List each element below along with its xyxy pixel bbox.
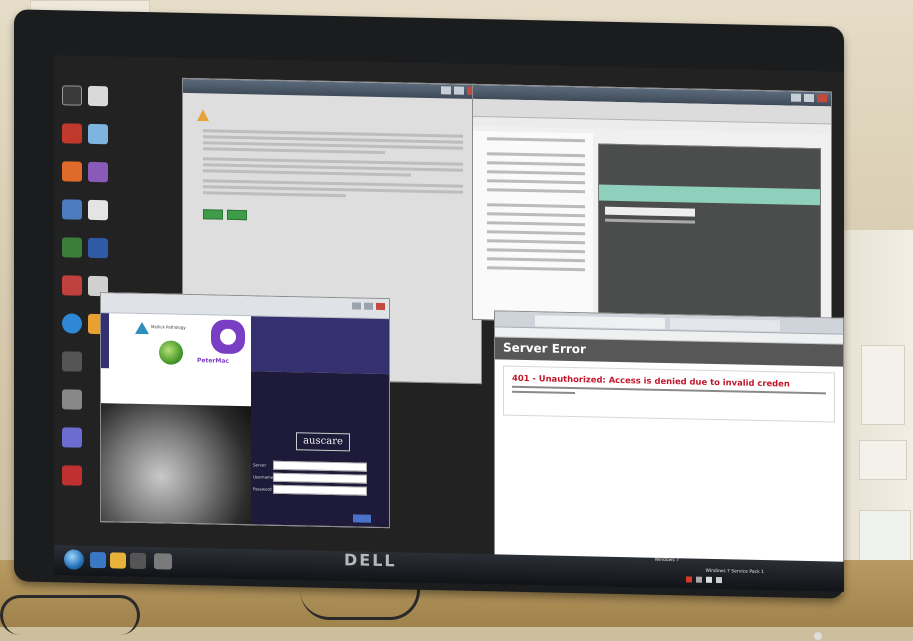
server-label: Server <box>253 462 267 468</box>
browser-tab[interactable] <box>535 315 665 329</box>
minimize-button[interactable] <box>352 302 361 310</box>
desktop-icon-grid <box>54 75 144 486</box>
error-box: 401 - Unauthorized: Access is denied due… <box>503 365 835 423</box>
login-button[interactable] <box>353 514 371 523</box>
app-icon[interactable] <box>62 427 82 448</box>
minimize-button[interactable] <box>791 93 801 102</box>
brand-left: Mellick Pathology <box>151 324 186 330</box>
maximize-button[interactable] <box>804 93 814 103</box>
ie-icon[interactable] <box>90 551 106 569</box>
purple-accent <box>101 313 109 369</box>
server-error-window: Server Error 401 - Unauthorized: Access … <box>494 310 844 588</box>
book <box>859 440 907 480</box>
acrobat-icon[interactable] <box>62 123 82 144</box>
desktop-screen: Mellick Pathology PeterMac auscare Serve… <box>54 55 844 592</box>
list-item[interactable] <box>605 206 695 217</box>
book <box>861 345 905 425</box>
app-logo: auscare <box>296 432 350 452</box>
minimize-button[interactable] <box>441 86 451 95</box>
app-icon[interactable] <box>62 237 82 258</box>
monitor-brand: DELL <box>344 550 397 571</box>
document-icon[interactable] <box>88 85 108 107</box>
password-label: Password <box>253 486 272 492</box>
stethoscope-photo <box>101 403 251 527</box>
dialog-text <box>203 157 463 180</box>
decline-button[interactable] <box>227 209 247 221</box>
accept-button[interactable] <box>203 209 223 220</box>
tray-icon[interactable] <box>696 576 702 583</box>
word-icon[interactable] <box>88 237 108 259</box>
mellick-logo-icon <box>135 321 149 335</box>
app-icon[interactable] <box>88 161 108 183</box>
start-button[interactable] <box>64 549 84 570</box>
app-icon[interactable] <box>62 465 82 486</box>
file-manager-window <box>472 83 832 328</box>
app-icon[interactable] <box>62 313 82 334</box>
power-button[interactable] <box>814 632 822 641</box>
password-field[interactable] <box>273 484 367 496</box>
app-icon[interactable] <box>154 553 172 570</box>
app-icon[interactable] <box>62 389 82 410</box>
dialog-text <box>203 179 463 202</box>
cable <box>0 595 140 635</box>
alert-icon[interactable] <box>686 576 692 583</box>
shortcut-icon[interactable] <box>88 123 108 145</box>
browser-tab[interactable] <box>670 318 780 332</box>
app-icon[interactable] <box>62 199 82 220</box>
login-window: Mellick Pathology PeterMac auscare Serve… <box>100 292 390 529</box>
speaker-icon[interactable] <box>706 576 712 583</box>
dialog-text <box>203 129 463 158</box>
username-label: Username <box>253 474 274 480</box>
maximize-button[interactable] <box>454 86 464 95</box>
app-icon[interactable] <box>62 161 82 182</box>
recycle-bin-icon[interactable] <box>62 85 82 106</box>
selected-row-highlight <box>599 184 820 206</box>
green-orb-logo-icon <box>159 340 183 365</box>
app-icon[interactable] <box>62 351 82 372</box>
app-icon[interactable] <box>130 552 146 570</box>
app-icon[interactable] <box>62 275 82 296</box>
warning-icon <box>197 109 209 121</box>
list-item[interactable] <box>605 218 695 224</box>
close-button[interactable] <box>817 94 827 103</box>
network-icon[interactable] <box>716 577 722 584</box>
server-field[interactable] <box>273 460 367 472</box>
petermac-logo-icon <box>211 319 245 355</box>
purple-header <box>251 316 390 375</box>
maximize-button[interactable] <box>364 302 373 310</box>
navigation-pane[interactable] <box>473 130 593 322</box>
monitor-bezel: Mellick Pathology PeterMac auscare Serve… <box>14 9 844 641</box>
document-icon[interactable] <box>88 199 108 221</box>
close-button[interactable] <box>376 302 385 311</box>
window-titlebar <box>183 78 481 100</box>
properties-pane <box>598 143 821 321</box>
username-field[interactable] <box>273 472 367 484</box>
brand-right: PeterMac <box>197 357 229 365</box>
explorer-icon[interactable] <box>110 552 126 569</box>
